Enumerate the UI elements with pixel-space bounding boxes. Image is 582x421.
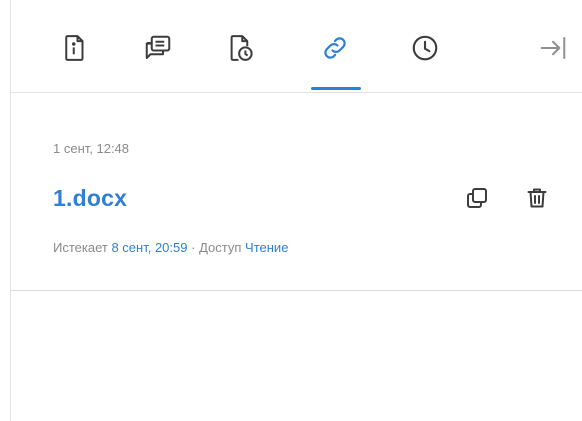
access-label: Доступ [199,240,242,255]
expires-value: 8 сент, 20:59 [111,240,188,255]
tab-comments[interactable] [136,26,180,70]
active-tab-indicator [311,87,361,90]
copy-icon [467,188,487,208]
meta-separator: · [191,240,196,255]
link-meta: Истекает 8 сент, 20:59 · Доступ Чтение [53,240,288,255]
file-info-icon [65,35,84,61]
file-history-icon [230,35,253,61]
collapse-panel-button[interactable] [531,26,575,70]
copy-link-button[interactable] [463,184,491,212]
link-icon [324,37,346,59]
shared-link-item: 1 сент, 12:48 1.docx Истекает 8 сент, 20… [11,93,582,291]
tab-versions[interactable] [219,26,263,70]
link-filename[interactable]: 1.docx [53,185,127,212]
tab-shared-links[interactable] [313,26,357,70]
details-panel: 1 сент, 12:48 1.docx Истекает 8 сент, 20… [10,0,582,421]
panel-toolbar [11,0,582,93]
link-created-date: 1 сент, 12:48 [53,141,130,156]
delete-link-button[interactable] [523,184,551,212]
expires-label: Истекает [53,240,108,255]
collapse-panel-icon [540,37,566,59]
tab-history[interactable] [403,26,447,70]
comments-icon [145,35,171,59]
trash-icon [527,188,547,208]
tab-info[interactable] [53,26,97,70]
access-value: Чтение [245,240,289,255]
clock-icon [412,35,438,61]
